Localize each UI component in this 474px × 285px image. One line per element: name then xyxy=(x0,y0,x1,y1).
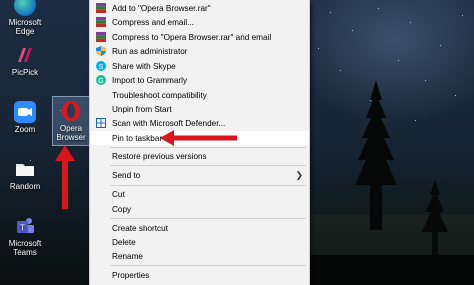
foreground-dark xyxy=(300,255,474,285)
desktop-icon-zoom[interactable]: Zoom xyxy=(0,101,50,134)
folder-icon xyxy=(14,158,36,180)
grammarly-icon: G xyxy=(96,75,106,85)
desktop-icon-opera-browser[interactable]: Opera Browser xyxy=(52,96,90,146)
menu-item-copy[interactable]: Copy xyxy=(90,202,309,216)
menu-item-create-shortcut[interactable]: Create shortcut xyxy=(90,221,309,235)
desktop-icon-label: Zoom xyxy=(14,125,36,134)
menu-separator xyxy=(110,185,306,186)
desktop-icon-microsoft-edge[interactable]: Microsoft Edge xyxy=(0,0,50,36)
desktop-icon-label: Opera Browser xyxy=(56,124,86,142)
menu-item-share-with-skype[interactable]: S Share with Skype xyxy=(90,59,309,73)
menu-item-send-to[interactable]: Send to ❯ xyxy=(90,168,309,182)
svg-text:G: G xyxy=(98,78,103,85)
menu-item-delete[interactable]: Delete xyxy=(90,235,309,249)
menu-item-restore-previous-versions[interactable]: Restore previous versions xyxy=(90,149,309,163)
teams-icon: T xyxy=(14,215,36,237)
pine-tree-silhouette xyxy=(355,80,397,230)
menu-separator xyxy=(110,265,306,266)
annotation-arrow-up xyxy=(55,145,75,209)
svg-text:S: S xyxy=(99,64,104,71)
menu-item-run-as-administrator[interactable]: Run as administrator xyxy=(90,44,309,58)
opera-icon xyxy=(60,100,82,122)
skype-icon: S xyxy=(96,61,106,71)
menu-item-cut[interactable]: Cut xyxy=(90,187,309,201)
menu-item-scan-with-defender[interactable]: Scan with Microsoft Defender... xyxy=(90,116,309,130)
menu-item-compress-and-email[interactable]: Compress and email... xyxy=(90,15,309,29)
defender-icon xyxy=(96,118,106,128)
menu-item-troubleshoot-compatibility[interactable]: Troubleshoot compatibility xyxy=(90,88,309,102)
desktop-icon-label: Microsoft Teams xyxy=(8,239,42,257)
desktop-icon-picpick[interactable]: PicPick xyxy=(0,44,50,77)
desktop-icon-label: Random xyxy=(9,182,41,191)
shield-icon xyxy=(96,46,106,56)
menu-separator xyxy=(110,218,306,219)
annotation-arrow-left xyxy=(160,130,237,146)
winrar-icon xyxy=(96,3,106,13)
menu-separator xyxy=(110,147,306,148)
menu-item-properties[interactable]: Properties xyxy=(90,268,309,282)
menu-item-add-to-archive[interactable]: Add to "Opera Browser.rar" xyxy=(90,1,309,15)
menu-separator xyxy=(110,165,306,166)
menu-item-import-to-grammarly[interactable]: G Import to Grammarly xyxy=(90,73,309,87)
menu-item-rename[interactable]: Rename xyxy=(90,249,309,263)
desktop-icon-label: Microsoft Edge xyxy=(8,18,42,36)
desktop-icon-microsoft-teams[interactable]: T Microsoft Teams xyxy=(0,215,50,257)
chevron-right-icon: ❯ xyxy=(295,169,303,180)
edge-icon xyxy=(14,0,36,16)
menu-item-unpin-from-start[interactable]: Unpin from Start xyxy=(90,102,309,116)
picpick-icon xyxy=(14,44,36,66)
svg-text:T: T xyxy=(20,224,25,233)
menu-item-compress-to-archive-and-email[interactable]: Compress to "Opera Browser.rar" and emai… xyxy=(90,30,309,44)
winrar-icon xyxy=(96,32,106,42)
pine-tree-silhouette xyxy=(422,180,448,260)
desktop-icon-label: PicPick xyxy=(11,68,39,77)
desktop-icon-random[interactable]: Random xyxy=(0,158,50,191)
zoom-icon xyxy=(14,101,36,123)
winrar-icon xyxy=(96,17,106,27)
